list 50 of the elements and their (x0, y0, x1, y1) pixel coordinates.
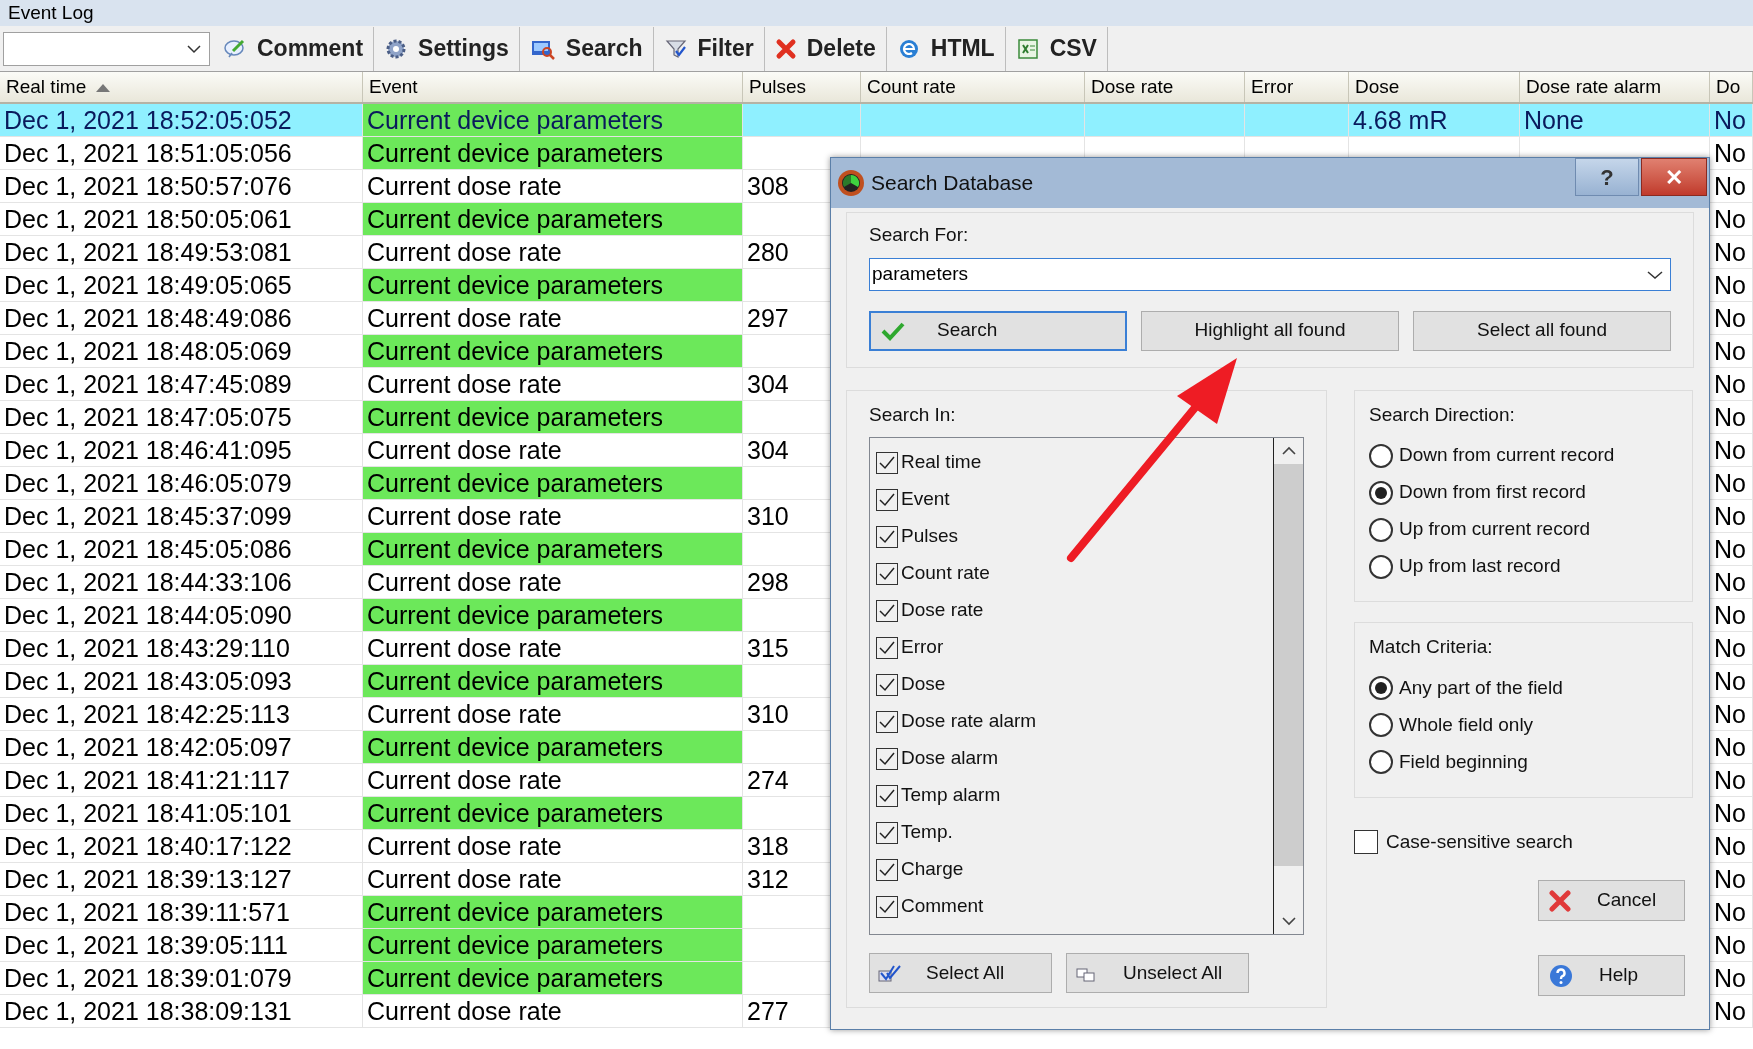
group-label: Search In: (869, 402, 957, 427)
table-cell: Current device parameters (363, 962, 743, 994)
group-label: Search Direction: (1369, 402, 1516, 427)
table-cell: Current dose rate (363, 830, 743, 862)
group-label: Search For: (869, 223, 970, 247)
table-cell: Current device parameters (363, 896, 743, 928)
table-cell: None (1520, 104, 1710, 136)
table-cell: Current device parameters (363, 929, 743, 961)
table-cell: Current dose rate (363, 302, 743, 334)
table-cell: Dec 1, 2021 18:46:41:095 (0, 434, 363, 466)
table-cell: Current dose rate (363, 434, 743, 466)
table-cell: No (1710, 104, 1753, 136)
table-cell: Dec 1, 2021 18:43:29:110 (0, 632, 363, 664)
table-cell: Dec 1, 2021 18:40:17:122 (0, 830, 363, 862)
table-cell: Current dose rate (363, 863, 743, 895)
table-cell: Dec 1, 2021 18:44:33:106 (0, 566, 363, 598)
table-cell: Current device parameters (363, 203, 743, 235)
dialog-title: Search Database (871, 170, 1035, 197)
table-cell: Dec 1, 2021 18:48:49:086 (0, 302, 363, 334)
table-cell: Current dose rate (363, 698, 743, 730)
table-cell: Current dose rate (363, 566, 743, 598)
table-cell: Current device parameters (363, 269, 743, 301)
table-cell: 4.68 mR (1349, 104, 1520, 136)
table-cell: Current device parameters (363, 797, 743, 829)
table-cell: Dec 1, 2021 18:42:25:113 (0, 698, 363, 730)
table-cell: Dec 1, 2021 18:38:09:131 (0, 995, 363, 1027)
table-cell: Current dose rate (363, 236, 743, 268)
table-cell: Current dose rate (363, 368, 743, 400)
table-cell: Current device parameters (363, 104, 743, 136)
table-cell: Current dose rate (363, 500, 743, 532)
table-cell: Current device parameters (363, 599, 743, 631)
table-cell: Current dose rate (363, 995, 743, 1027)
table-cell: Current device parameters (363, 533, 743, 565)
table-cell: Current dose rate (363, 170, 743, 202)
table-cell: Dec 1, 2021 18:50:57:076 (0, 170, 363, 202)
table-cell: Dec 1, 2021 18:45:37:099 (0, 500, 363, 532)
table-cell: Dec 1, 2021 18:41:21:117 (0, 764, 363, 796)
table-cell: Current device parameters (363, 731, 743, 763)
table-cell: Current dose rate (363, 632, 743, 664)
window-title: Event Log (8, 0, 94, 25)
group-label: Match Criteria: (1369, 635, 1494, 659)
table-cell: Dec 1, 2021 18:47:45:089 (0, 368, 363, 400)
table-cell: Current device parameters (363, 401, 743, 433)
table-cell: Current device parameters (363, 665, 743, 697)
table-cell: Dec 1, 2021 18:49:53:081 (0, 236, 363, 268)
table-cell: Current device parameters (363, 335, 743, 367)
table-cell: Current device parameters (363, 137, 743, 169)
table-cell: Current device parameters (363, 467, 743, 499)
table-cell: Dec 1, 2021 18:39:13:127 (0, 863, 363, 895)
table-cell: Current dose rate (363, 764, 743, 796)
